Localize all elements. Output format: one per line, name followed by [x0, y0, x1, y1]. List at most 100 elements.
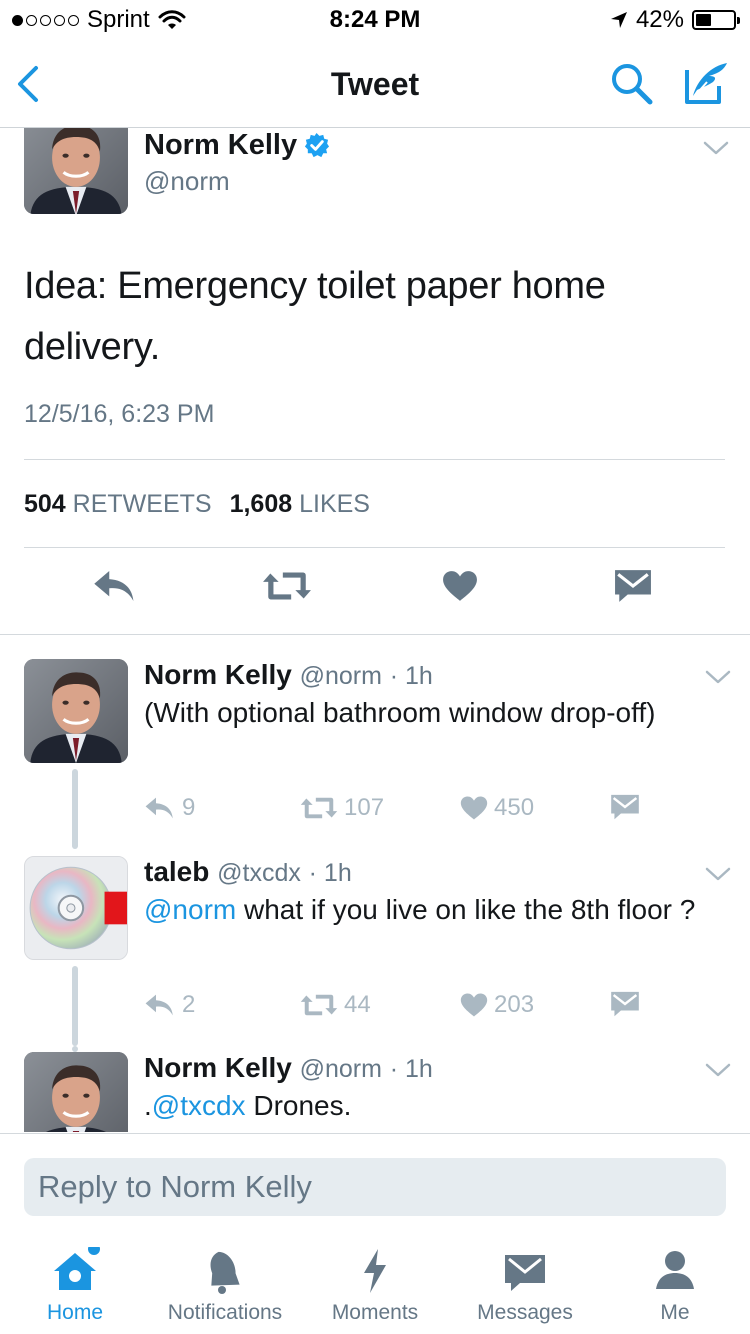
- thread-line: [72, 1046, 78, 1052]
- like-button[interactable]: 203: [460, 991, 534, 1019]
- reply-text: (With optional bathroom window drop-off): [144, 697, 656, 728]
- author-handle: @norm: [144, 166, 230, 196]
- direct-message-icon: [610, 794, 640, 820]
- chevron-down-icon[interactable]: [705, 866, 731, 882]
- reply-text-body: Drones.: [245, 1090, 352, 1121]
- lightning-icon: [364, 1249, 386, 1293]
- verified-badge-icon: [305, 132, 330, 158]
- retweet-button[interactable]: 44: [300, 991, 371, 1019]
- reply-icon[interactable]: [92, 566, 138, 606]
- tweet-timestamp: 12/5/16, 6:23 PM: [24, 400, 215, 428]
- person-icon: [656, 1251, 694, 1289]
- tab-label: Home: [46, 1301, 104, 1324]
- reply-tweet[interactable]: taleb @txcdx · 1h @norm what if you live…: [0, 770, 750, 1046]
- battery-fill: [696, 14, 712, 26]
- retweet-icon: [300, 992, 338, 1018]
- direct-message-icon: [610, 991, 640, 1017]
- reply-button[interactable]: 9: [144, 794, 195, 822]
- thread-line: [72, 770, 78, 848]
- battery-icon: [692, 10, 740, 30]
- reply-actions: 2 44 203: [144, 991, 664, 1021]
- likes-stat[interactable]: 1,608 LIKES: [230, 490, 370, 519]
- reply-header: Norm Kelly @norm · 1h: [144, 659, 433, 691]
- mention-link[interactable]: @txcdx: [152, 1090, 246, 1121]
- author-name: Norm Kelly: [144, 129, 298, 161]
- reply-actions: 9 107 450: [144, 794, 664, 824]
- like-icon: [460, 992, 488, 1018]
- retweets-stat[interactable]: 504 RETWEETS: [24, 490, 212, 519]
- location-arrow-icon: [610, 12, 627, 28]
- divider: [24, 459, 725, 460]
- reply-text-body: what if you live on like the 8th floor ?: [236, 894, 696, 925]
- thread-line: [72, 966, 78, 1046]
- bell-icon: [210, 1251, 240, 1294]
- reply-icon: [144, 992, 176, 1018]
- reply-tweet[interactable]: Norm Kelly @norm · 1h .@txcdx Drones.: [0, 1052, 750, 1132]
- reply-time: · 1h: [389, 1055, 433, 1083]
- tab-notifications[interactable]: Notifications: [150, 1247, 300, 1325]
- reply-handle: @txcdx: [217, 859, 301, 887]
- like-icon: [460, 795, 488, 821]
- home-icon: [54, 1247, 100, 1290]
- retweet-count: 107: [344, 794, 385, 821]
- avatar[interactable]: [24, 659, 128, 763]
- chevron-down-icon[interactable]: [705, 669, 731, 685]
- reply-text: .@txcdx Drones.: [144, 1086, 714, 1125]
- retweet-button[interactable]: 107: [300, 794, 384, 822]
- reply-header: taleb @txcdx · 1h: [144, 856, 352, 888]
- album-art-icon: [25, 857, 127, 959]
- tab-me[interactable]: Me: [600, 1247, 750, 1325]
- reply-tweet[interactable]: Norm Kelly @norm · 1h (With optional bat…: [0, 659, 750, 849]
- battery-percent: 42%: [635, 6, 684, 33]
- tab-moments[interactable]: Moments: [300, 1247, 450, 1325]
- tweet-text: Idea: Emergency toilet paper home delive…: [24, 265, 606, 368]
- tab-home[interactable]: Home: [0, 1247, 150, 1325]
- direct-message-icon[interactable]: [614, 566, 652, 606]
- avatar[interactable]: [24, 128, 128, 214]
- retweet-count: 44: [344, 991, 371, 1018]
- tweet-author-name[interactable]: Norm Kelly: [144, 129, 330, 162]
- chevron-down-icon[interactable]: [705, 1062, 731, 1078]
- tab-messages[interactable]: Messages: [450, 1247, 600, 1325]
- tab-label: Moments: [331, 1301, 419, 1324]
- tweet-actions: [0, 566, 750, 616]
- reply-author-name[interactable]: Norm Kelly: [144, 1052, 292, 1083]
- chevron-down-icon[interactable]: [703, 140, 729, 156]
- reply-count: 2: [182, 991, 196, 1018]
- avatar[interactable]: [24, 1052, 128, 1132]
- like-button[interactable]: 450: [460, 794, 534, 822]
- reply-composer: [0, 1133, 750, 1233]
- tab-label: Messages: [477, 1301, 573, 1324]
- reply-handle: @norm: [299, 1055, 382, 1083]
- direct-message-button[interactable]: [610, 991, 640, 1017]
- like-count: 450: [494, 794, 535, 821]
- divider: [24, 547, 725, 548]
- mention-link[interactable]: @norm: [144, 894, 236, 925]
- reply-input[interactable]: [24, 1158, 726, 1216]
- reply-time: · 1h: [308, 859, 352, 887]
- envelope-icon: [505, 1255, 545, 1291]
- avatar[interactable]: [24, 856, 128, 960]
- reply-author-name[interactable]: Norm Kelly: [144, 659, 292, 690]
- retweet-icon[interactable]: [262, 566, 312, 606]
- status-right: 42%: [610, 6, 740, 34]
- nav-bar: Tweet: [0, 40, 750, 128]
- tab-label: Me: [660, 1301, 690, 1324]
- tab-label: Notifications: [167, 1301, 283, 1324]
- retweet-icon: [300, 795, 338, 821]
- compose-tweet-icon[interactable]: [683, 60, 729, 106]
- reply-author-name[interactable]: taleb: [144, 856, 209, 887]
- reply-count: 9: [182, 794, 196, 821]
- reply-text: @norm what if you live on like the 8th f…: [144, 890, 714, 929]
- status-bar: Sprint 8:24 PM 42%: [0, 0, 750, 40]
- reply-header: Norm Kelly @norm · 1h: [144, 1052, 433, 1084]
- search-icon[interactable]: [610, 62, 654, 106]
- main-tweet: Norm Kelly @norm Idea: Emergency toilet …: [0, 128, 750, 635]
- reply-time: · 1h: [389, 662, 433, 690]
- reply-text-prefix: .: [144, 1090, 152, 1121]
- like-icon[interactable]: [442, 566, 478, 606]
- reply-icon: [144, 795, 176, 821]
- direct-message-button[interactable]: [610, 794, 640, 820]
- like-count: 203: [494, 991, 535, 1018]
- reply-button[interactable]: 2: [144, 991, 195, 1019]
